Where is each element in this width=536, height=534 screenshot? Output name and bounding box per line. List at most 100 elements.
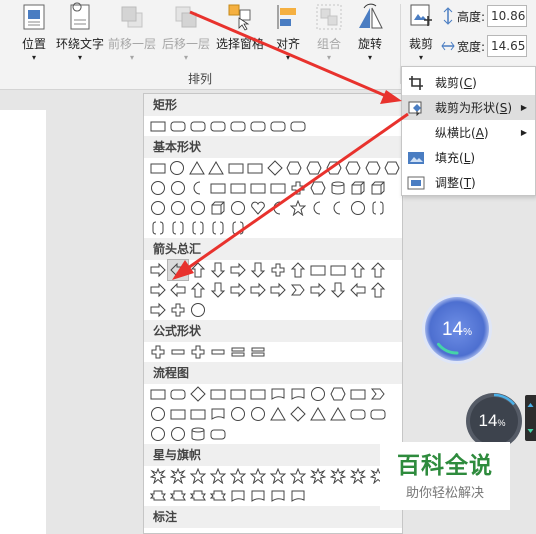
crop-button[interactable]: 裁剪 ▾ xyxy=(403,0,439,62)
shape-bent-up-arrow-icon[interactable] xyxy=(368,260,388,280)
shape-wave-icon[interactable] xyxy=(268,486,288,506)
shape-left-right-arrow-icon[interactable] xyxy=(228,260,248,280)
shape-left-brace-icon[interactable] xyxy=(208,218,228,238)
shape-delay-icon[interactable] xyxy=(368,404,388,424)
shape-merge-icon[interactable] xyxy=(328,404,348,424)
shape-snip2-icon[interactable] xyxy=(208,116,228,136)
shape-double-wave-icon[interactable] xyxy=(288,486,308,506)
bring-forward-button[interactable]: 前移一层 ▾ xyxy=(106,0,158,62)
shape-down-callout-icon[interactable] xyxy=(328,280,348,300)
shape-moon-icon[interactable] xyxy=(308,198,328,218)
shape-minus-icon[interactable] xyxy=(168,342,188,362)
send-backward-button[interactable]: 后移一层 ▾ xyxy=(160,0,212,62)
align-button[interactable]: 对齐 ▾ xyxy=(272,0,304,62)
shape-quad-callout-icon[interactable] xyxy=(168,300,188,320)
shape-textbox-icon[interactable] xyxy=(148,158,168,178)
shape-left-bracket-icon[interactable] xyxy=(168,218,188,238)
shape-pentagon-arrow-icon[interactable] xyxy=(268,280,288,300)
shape-card-icon[interactable] xyxy=(188,404,208,424)
shape-right-bracket-icon[interactable] xyxy=(188,218,208,238)
shape-left-right-callout-icon[interactable] xyxy=(148,300,168,320)
shape-teardrop-icon[interactable] xyxy=(188,178,208,198)
shape-terminator-icon[interactable] xyxy=(308,384,328,404)
shape-snip1-icon[interactable] xyxy=(188,116,208,136)
shape-chevron-icon[interactable] xyxy=(288,280,308,300)
height-input[interactable]: 10.86 xyxy=(487,5,527,27)
shape-rect-icon[interactable] xyxy=(148,116,168,136)
shape-explosion2-icon[interactable] xyxy=(168,466,188,486)
shape-preparation-icon[interactable] xyxy=(328,384,348,404)
shape-star16-icon[interactable] xyxy=(328,466,348,486)
shape-down-arrow-icon[interactable] xyxy=(208,260,228,280)
shape-curved-ribbon-down-icon[interactable] xyxy=(208,486,228,506)
shape-folded-corner-icon[interactable] xyxy=(208,198,228,218)
shape-star10-icon[interactable] xyxy=(288,466,308,486)
shape-seq-storage-icon[interactable] xyxy=(148,424,168,444)
shape-curved-ribbon-up-icon[interactable] xyxy=(188,486,208,506)
shape-star24-icon[interactable] xyxy=(348,466,368,486)
shape-decagon-icon[interactable] xyxy=(363,158,383,178)
shape-sun-icon[interactable] xyxy=(288,198,308,218)
menu-item-crop-to-shape[interactable]: 裁剪为形状(S) ▶ xyxy=(402,95,535,120)
shape-cube-icon[interactable] xyxy=(348,178,368,198)
shape-notched-right-icon[interactable] xyxy=(248,280,268,300)
shape-diamond-icon[interactable] xyxy=(265,158,285,178)
shape-left-arrow-icon[interactable] xyxy=(167,259,189,281)
width-input[interactable]: 14.65 xyxy=(487,35,527,57)
shape-right-brace-icon[interactable] xyxy=(228,218,248,238)
shape-bevel-icon[interactable] xyxy=(368,178,388,198)
shape-octagon-icon[interactable] xyxy=(343,158,363,178)
shape-dodecagon-icon[interactable] xyxy=(382,158,402,178)
shape-l-shape-icon[interactable] xyxy=(248,178,268,198)
shape-magnetic-disk-icon[interactable] xyxy=(168,424,188,444)
shape-cross-icon[interactable] xyxy=(288,178,308,198)
shape-curved-left-icon[interactable] xyxy=(168,280,188,300)
shape-connector-icon[interactable] xyxy=(148,404,168,424)
shape-bracket-pair-icon[interactable] xyxy=(368,198,388,218)
menu-item-fit[interactable]: 调整(T) xyxy=(402,170,535,195)
shape-star7-icon[interactable] xyxy=(248,466,268,486)
shape-alt-process-icon[interactable] xyxy=(168,384,188,404)
shape-triangle-icon[interactable] xyxy=(187,158,207,178)
shape-smiley-icon[interactable] xyxy=(228,198,248,218)
shape-arc-icon[interactable] xyxy=(348,198,368,218)
shape-scroll-h-icon[interactable] xyxy=(248,486,268,506)
shape-decision-icon[interactable] xyxy=(188,384,208,404)
shape-curved-up-icon[interactable] xyxy=(188,280,208,300)
shape-left-right-up-arrow-icon[interactable] xyxy=(288,260,308,280)
shape-internal-storage-icon[interactable] xyxy=(248,384,268,404)
shape-pie-icon[interactable] xyxy=(148,178,168,198)
shape-round1-icon[interactable] xyxy=(248,116,268,136)
shape-up-down-arrow-icon[interactable] xyxy=(248,260,268,280)
shape-divide-icon[interactable] xyxy=(208,342,228,362)
shape-curved-down-icon[interactable] xyxy=(208,280,228,300)
shape-parallelogram-icon[interactable] xyxy=(226,158,246,178)
shape-predefined-icon[interactable] xyxy=(228,384,248,404)
shape-process-icon[interactable] xyxy=(148,384,168,404)
menu-item-crop[interactable]: 裁剪(C) xyxy=(402,70,535,95)
shape-multiply-icon[interactable] xyxy=(188,342,208,362)
shape-curved-right-icon[interactable] xyxy=(148,280,168,300)
menu-item-fill[interactable]: 填充(L) xyxy=(402,145,535,170)
shape-offpage-icon[interactable] xyxy=(168,404,188,424)
shape-oval-icon[interactable] xyxy=(168,158,188,178)
shape-trapezoid-icon[interactable] xyxy=(246,158,266,178)
shape-pentagon-icon[interactable] xyxy=(285,158,305,178)
shape-striped-right-icon[interactable] xyxy=(228,280,248,300)
shape-or-icon[interactable] xyxy=(248,404,268,424)
shape-direct-storage-icon[interactable] xyxy=(188,424,208,444)
shape-lightning-icon[interactable] xyxy=(268,198,288,218)
shape-left-callout-icon[interactable] xyxy=(348,280,368,300)
shape-not-equal-icon[interactable] xyxy=(248,342,268,362)
shape-sort-icon[interactable] xyxy=(288,404,308,424)
shape-quad-arrow-icon[interactable] xyxy=(268,260,288,280)
shape-round-diag-icon[interactable] xyxy=(288,116,308,136)
selection-pane-button[interactable]: 选择窗格 xyxy=(214,0,266,62)
position-button[interactable]: 位置 ▾ xyxy=(14,0,54,62)
shape-block-arc-icon[interactable] xyxy=(188,198,208,218)
shape-star12-icon[interactable] xyxy=(308,466,328,486)
shape-scroll-v-icon[interactable] xyxy=(228,486,248,506)
shape-right-arrow-icon[interactable] xyxy=(148,260,168,280)
shape-star8-icon[interactable] xyxy=(268,466,288,486)
shape-extract-icon[interactable] xyxy=(308,404,328,424)
